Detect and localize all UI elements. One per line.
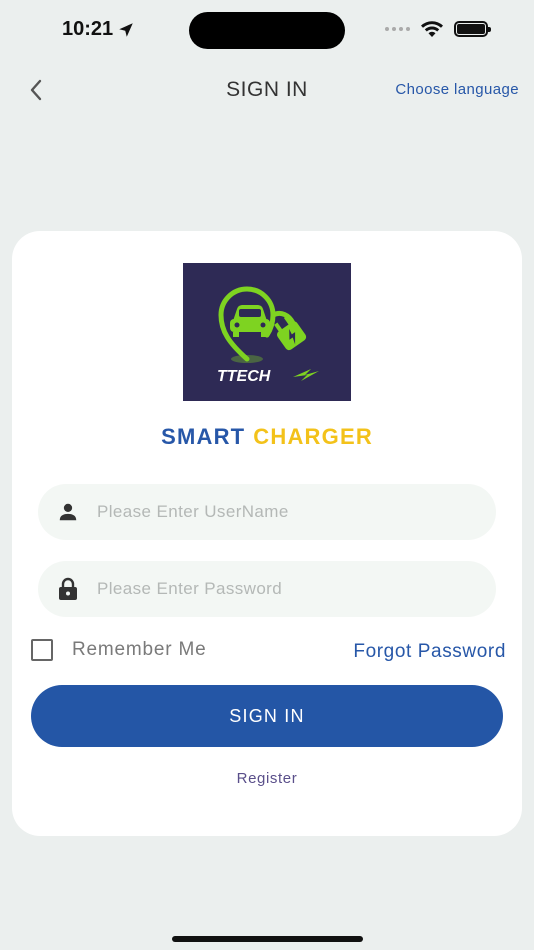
brand-smart: SMART <box>161 424 246 449</box>
username-input[interactable] <box>97 502 457 522</box>
register-link[interactable]: Register <box>12 770 522 787</box>
status-bar: 10:21 <box>0 0 534 60</box>
home-indicator[interactable] <box>172 936 363 942</box>
svg-text:TTECH: TTECH <box>217 368 271 385</box>
brand-title: SMART CHARGER <box>12 424 522 450</box>
lock-icon <box>56 577 80 601</box>
remember-me-checkbox[interactable] <box>31 639 53 661</box>
status-time: 10:21 <box>62 18 135 41</box>
password-input[interactable] <box>97 579 457 599</box>
forgot-password-link[interactable]: Forgot Password <box>353 641 506 663</box>
status-indicators <box>385 20 491 38</box>
brand-charger: CHARGER <box>253 424 373 449</box>
app-logo: TTECH <box>183 263 351 401</box>
battery-icon <box>454 21 491 37</box>
signal-icon <box>385 27 410 31</box>
remember-me-toggle[interactable]: Remember Me <box>31 639 206 661</box>
remember-me-label: Remember Me <box>72 639 207 660</box>
choose-language-link[interactable]: Choose language <box>395 81 519 98</box>
location-arrow-icon <box>119 22 133 37</box>
wifi-icon <box>421 21 443 37</box>
status-time-text: 10:21 <box>62 18 114 40</box>
password-field[interactable] <box>38 561 496 617</box>
login-card: TTECH SMARTCHARGER Remember Me Forgot P <box>12 231 522 836</box>
username-field[interactable] <box>38 484 496 540</box>
sign-in-button[interactable]: SIGN IN <box>31 685 503 747</box>
person-icon <box>56 500 80 524</box>
dynamic-island <box>189 12 345 49</box>
nav-header: SIGN IN Choose language <box>0 70 534 110</box>
